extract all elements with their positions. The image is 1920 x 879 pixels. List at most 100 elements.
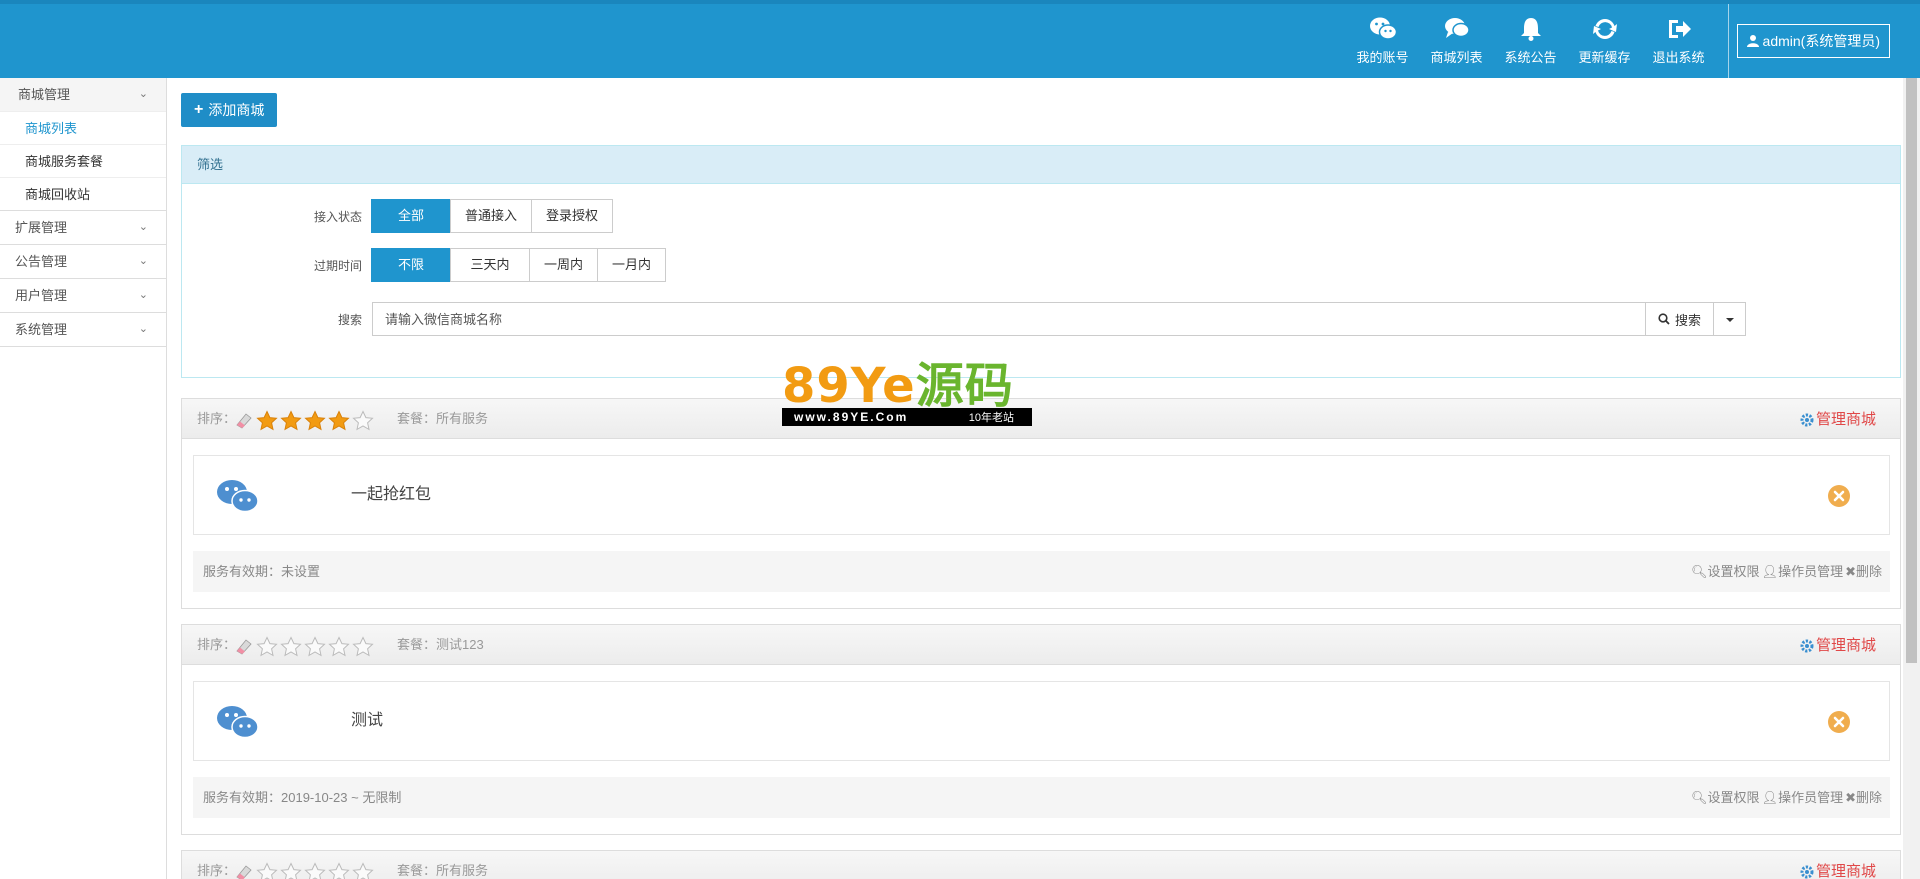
manage-shop-link[interactable]: 管理商城 xyxy=(1800,851,1876,879)
sidebar-group-shop: 商城管理 ⌄ 商城列表 商城服务套餐 商城回收站 xyxy=(0,78,166,211)
star-empty-icon[interactable] xyxy=(256,862,278,879)
sidebar-group-label: 公告管理 xyxy=(15,254,68,269)
sidebar-item-shop-list[interactable]: 商城列表 xyxy=(0,111,166,144)
chevron-down-icon: ⌄ xyxy=(138,88,148,100)
chevron-down-icon: ⌄ xyxy=(138,323,148,335)
filter-title: 筛选 xyxy=(182,146,1900,184)
nav-label: 系统公告 xyxy=(1504,50,1557,65)
star-empty-icon[interactable] xyxy=(328,636,350,658)
wechat-icon xyxy=(1369,17,1397,40)
top-nav: 我的账号 商城列表 系统公告 更新缓存 退出系统 admin(系统管理员) xyxy=(1346,4,1920,78)
delete-link[interactable]: ✖删除 xyxy=(1845,551,1882,592)
expire-option-3days[interactable]: 三天内 xyxy=(450,248,530,282)
expire-option-week[interactable]: 一周内 xyxy=(529,248,599,282)
chevron-down-icon: ⌄ xyxy=(138,221,148,233)
operator-manage-link[interactable]: 👤︎操作员管理 xyxy=(1762,777,1844,818)
star-empty-icon[interactable] xyxy=(304,636,326,658)
close-circle-icon[interactable] xyxy=(1827,710,1851,734)
access-status-group: 全部 普通接入 登录授权 xyxy=(371,199,614,233)
search-input[interactable] xyxy=(372,302,1646,336)
shop-name: 一起抢红包 xyxy=(351,486,432,503)
star-empty-icon[interactable] xyxy=(328,862,350,879)
star-empty-icon[interactable] xyxy=(352,862,374,879)
expire-time-row: 过期时间 不限 三天内 一周内 一月内 xyxy=(182,248,667,282)
manage-shop-link[interactable]: 管理商城 xyxy=(1800,399,1876,441)
expire-option-any[interactable]: 不限 xyxy=(371,248,451,282)
star-empty-icon[interactable] xyxy=(352,636,374,658)
search-button[interactable]: 搜索 xyxy=(1646,302,1715,336)
rating-stars[interactable] xyxy=(256,636,374,658)
nav-my-account[interactable]: 我的账号 xyxy=(1346,4,1420,78)
star-empty-icon[interactable] xyxy=(352,410,374,432)
user-icon xyxy=(1746,35,1759,47)
sidebar-item-shop-packages[interactable]: 商城服务套餐 xyxy=(0,144,166,177)
close-circle-icon[interactable] xyxy=(1827,484,1851,508)
sort-label: 排序： xyxy=(197,637,237,652)
star-empty-icon[interactable] xyxy=(280,862,302,879)
access-status-label: 接入状态 xyxy=(313,209,362,224)
nav-shop-list[interactable]: 商城列表 xyxy=(1420,4,1494,78)
shop-card-body: 一起抢红包 xyxy=(193,455,1890,535)
service-validity: 服务有效期：未设置 xyxy=(203,564,321,579)
sidebar-head-shop[interactable]: 商城管理 ⌄ xyxy=(0,78,166,111)
eraser-icon[interactable] xyxy=(234,636,254,656)
star-filled-icon[interactable] xyxy=(256,410,278,432)
manage-shop-label: 管理商城 xyxy=(1815,637,1876,654)
access-option-normal[interactable]: 普通接入 xyxy=(450,199,533,233)
shop-card-header: 排序： 套餐：测试123 管理商城 xyxy=(182,625,1900,665)
star-filled-icon[interactable] xyxy=(328,410,350,432)
shop-card: 排序： 套餐：所有服务 管理商城 xyxy=(181,850,1901,879)
access-option-login-auth[interactable]: 登录授权 xyxy=(531,199,614,233)
delete-link[interactable]: ✖删除 xyxy=(1845,777,1882,818)
sidebar-head-system[interactable]: 系统管理 ⌄ xyxy=(0,313,166,346)
set-permission-link[interactable]: 🔍︎设置权限 xyxy=(1691,551,1760,592)
sidebar: 商城管理 ⌄ 商城列表 商城服务套餐 商城回收站 扩展管理 ⌄ 公告管理 ⌄ 用… xyxy=(0,78,167,879)
shop-card-header: 排序： 套餐：所有服务 管理商城 xyxy=(182,851,1900,879)
sidebar-item-shop-recycle[interactable]: 商城回收站 xyxy=(0,177,166,210)
gear-icon xyxy=(1800,639,1814,653)
access-option-all[interactable]: 全部 xyxy=(371,199,451,233)
admin-user-button[interactable]: admin(系统管理员) xyxy=(1736,24,1890,58)
star-empty-icon[interactable] xyxy=(304,862,326,879)
star-empty-icon[interactable] xyxy=(256,636,278,658)
sidebar-head-user[interactable]: 用户管理 ⌄ xyxy=(0,279,166,312)
action-label: 删除 xyxy=(1855,564,1882,579)
package-label: 套餐：所有服务 xyxy=(397,863,489,878)
star-filled-icon[interactable] xyxy=(304,410,326,432)
wechat-icon xyxy=(217,706,259,739)
watermark-brand-b: 源码 xyxy=(915,358,1014,414)
search-dropdown-toggle[interactable] xyxy=(1714,302,1747,336)
nav-refresh-cache[interactable]: 更新缓存 xyxy=(1568,4,1642,78)
nav-logout[interactable]: 退出系统 xyxy=(1642,4,1716,78)
nav-announcements[interactable]: 系统公告 xyxy=(1494,4,1568,78)
sidebar-head-announcement[interactable]: 公告管理 ⌄ xyxy=(0,245,166,278)
star-empty-icon[interactable] xyxy=(280,636,302,658)
operator-manage-link[interactable]: 👤︎操作员管理 xyxy=(1762,551,1844,592)
sign-out-icon xyxy=(1668,20,1691,38)
eraser-icon[interactable] xyxy=(234,410,254,430)
expire-option-month[interactable]: 一月内 xyxy=(597,248,667,282)
plus-icon: + xyxy=(194,101,204,118)
search-row: 搜索 搜索 xyxy=(182,302,1747,336)
page-scrollbar[interactable] xyxy=(1903,78,1920,879)
shop-card: 排序： 套餐：测试123 管理商城 测试 服务有效期：2019-10-23 ~ … xyxy=(181,624,1901,835)
expire-time-group: 不限 三天内 一周内 一月内 xyxy=(371,248,667,282)
nav-label: 退出系统 xyxy=(1652,50,1705,65)
search-icon xyxy=(1658,313,1670,325)
star-filled-icon[interactable] xyxy=(280,410,302,432)
manage-shop-link[interactable]: 管理商城 xyxy=(1800,625,1876,667)
rating-stars[interactable] xyxy=(256,410,374,432)
watermark-brand-a: 89Ye xyxy=(782,358,916,414)
rating-stars[interactable] xyxy=(256,862,374,879)
eraser-icon[interactable] xyxy=(234,862,254,879)
set-permission-link[interactable]: 🔍︎设置权限 xyxy=(1691,777,1760,818)
sort-label: 排序： xyxy=(197,863,237,878)
watermark-logo: 89Ye源码 www.89YE.Com 10年老站 xyxy=(782,362,1032,428)
scrollbar-thumb[interactable] xyxy=(1906,78,1917,663)
action-label: 设置权限 xyxy=(1707,790,1760,805)
sidebar-head-extension[interactable]: 扩展管理 ⌄ xyxy=(0,211,166,244)
shop-name: 测试 xyxy=(351,712,384,729)
comments-icon xyxy=(1444,18,1470,38)
add-shop-button[interactable]: + 添加商城 xyxy=(181,93,278,127)
package-label: 套餐：测试123 xyxy=(397,637,484,652)
